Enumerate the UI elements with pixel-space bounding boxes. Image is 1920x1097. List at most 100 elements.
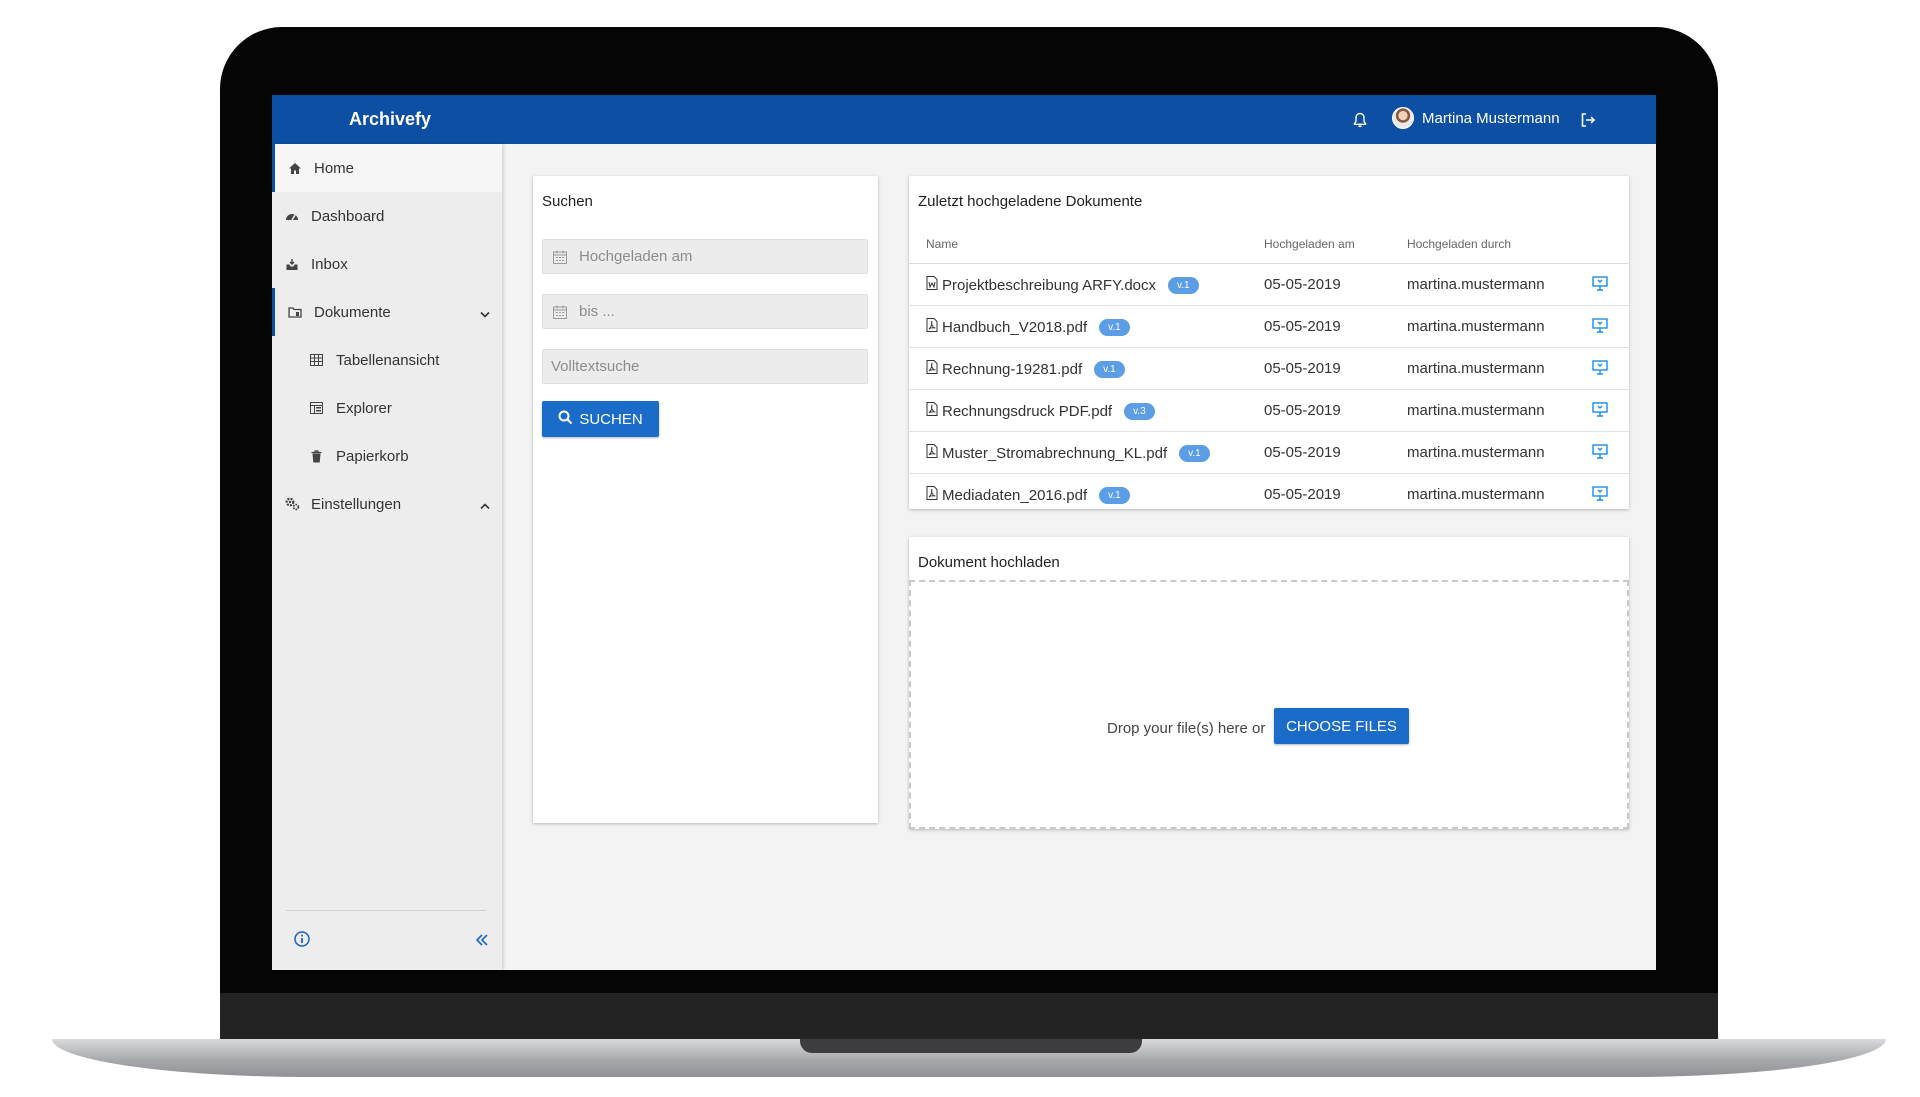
documents-icon	[287, 304, 303, 320]
sidebar-item-dokumente[interactable]: Dokumente	[272, 288, 502, 336]
version-badge: v.1	[1094, 360, 1125, 378]
logout-icon[interactable]	[1578, 110, 1598, 130]
file-name[interactable]: Rechnungsdruck PDF.pdf	[942, 403, 1112, 420]
pdf-file-icon	[926, 486, 938, 504]
sidebar-item-label: Explorer	[336, 399, 392, 417]
upload-date: 05-05-2019	[1264, 360, 1341, 377]
sidebar-item-home[interactable]: Home	[272, 144, 502, 192]
user-menu[interactable]: Martina Mustermann	[1392, 107, 1560, 129]
choose-files-button[interactable]: CHOOSE FILES	[1274, 708, 1409, 744]
upload-date: 05-05-2019	[1264, 444, 1341, 461]
file-name-cell: Handbuch_V2018.pdf v.1	[926, 318, 1130, 336]
trash-icon	[308, 448, 324, 464]
file-dropzone[interactable]: Drop your file(s) here or CHOOSE FILES	[909, 580, 1629, 829]
preview-icon[interactable]	[1592, 444, 1608, 463]
sidebar-item-label: Tabellenansicht	[336, 351, 440, 369]
sidebar-item-papierkorb[interactable]: Papierkorb	[272, 432, 502, 480]
sidebar-item-einstellungen[interactable]: Einstellungen	[272, 480, 502, 528]
uploaded-by: martina.mustermann	[1407, 444, 1545, 461]
upload-date: 05-05-2019	[1264, 486, 1341, 503]
file-name[interactable]: Muster_Stromabrechnung_KL.pdf	[942, 445, 1167, 462]
sidebar-item-label: Dokumente	[314, 303, 391, 321]
fulltext-search-input[interactable]: Volltextsuche	[542, 349, 868, 384]
uploaded-by: martina.mustermann	[1407, 318, 1545, 335]
column-header-name[interactable]: Name	[926, 237, 958, 251]
pdf-file-icon	[926, 360, 938, 378]
inbox-icon	[284, 256, 300, 272]
app-title: Archivefy	[349, 109, 432, 129]
table-row[interactable]: Handbuch_V2018.pdf v.1 05-05-2019 martin…	[909, 306, 1629, 348]
preview-icon[interactable]	[1592, 402, 1608, 421]
home-icon	[287, 160, 303, 176]
preview-icon[interactable]	[1592, 486, 1608, 505]
dashboard-icon	[284, 208, 300, 224]
explorer-icon	[308, 400, 324, 416]
uploaded-by: martina.mustermann	[1407, 360, 1545, 377]
sidebar-item-label: Home	[314, 159, 355, 177]
user-name: Martina Mustermann	[1422, 109, 1560, 127]
file-name[interactable]: Projektbeschreibung ARFY.docx	[942, 277, 1156, 294]
search-button-label: SUCHEN	[579, 410, 643, 428]
upload-date: 05-05-2019	[1264, 318, 1341, 335]
table-row[interactable]: Muster_Stromabrechnung_KL.pdf v.1 05-05-…	[909, 432, 1629, 474]
table-icon	[308, 352, 324, 368]
sidebar-divider	[286, 910, 486, 911]
sidebar-item-tabellenansicht[interactable]: Tabellenansicht	[272, 336, 502, 384]
settings-icon	[284, 496, 300, 512]
file-name-cell: Rechnungsdruck PDF.pdf v.3	[926, 402, 1155, 420]
file-name[interactable]: Handbuch_V2018.pdf	[942, 319, 1087, 336]
chevron-up-icon[interactable]	[480, 497, 490, 514]
date-to-field[interactable]: bis ...	[542, 294, 868, 329]
word-file-icon	[926, 276, 938, 294]
laptop-bezel	[220, 993, 1718, 1039]
bell-icon[interactable]	[1350, 110, 1370, 130]
column-header-user[interactable]: Hochgeladen durch	[1407, 237, 1511, 251]
search-button[interactable]: SUCHEN	[542, 401, 659, 437]
upload-date: 05-05-2019	[1264, 276, 1341, 293]
laptop-notch	[800, 1039, 1142, 1053]
calendar-icon	[553, 250, 567, 264]
recent-documents-panel: Zuletzt hochgeladene Dokumente Name Hoch…	[909, 176, 1629, 509]
drop-hint: Drop your file(s) here or	[1107, 720, 1266, 737]
pdf-file-icon	[926, 444, 938, 462]
column-header-date[interactable]: Hochgeladen am	[1264, 237, 1355, 251]
file-name[interactable]: Rechnung-19281.pdf	[942, 361, 1082, 378]
sidebar-item-label: Inbox	[311, 255, 348, 273]
table-row[interactable]: Rechnung-19281.pdf v.1 05-05-2019 martin…	[909, 348, 1629, 390]
file-name-cell: Muster_Stromabrechnung_KL.pdf v.1	[926, 444, 1210, 462]
date-to-placeholder: bis ...	[579, 303, 615, 320]
version-badge: v.1	[1099, 486, 1130, 504]
sidebar-item-explorer[interactable]: Explorer	[272, 384, 502, 432]
calendar-icon	[553, 305, 567, 319]
search-title: Suchen	[542, 193, 593, 210]
chevron-down-icon[interactable]	[480, 305, 490, 322]
version-badge: v.1	[1168, 276, 1199, 294]
collapse-sidebar-icon[interactable]	[475, 931, 489, 952]
search-icon	[558, 410, 573, 429]
table-row[interactable]: Rechnungsdruck PDF.pdf v.3 05-05-2019 ma…	[909, 390, 1629, 432]
sidebar-item-label: Einstellungen	[311, 495, 402, 513]
uploaded-by: martina.mustermann	[1407, 486, 1545, 503]
preview-icon[interactable]	[1592, 360, 1608, 379]
table-row[interactable]: Projektbeschreibung ARFY.docx v.1 05-05-…	[909, 264, 1629, 306]
app-screen: Archivefy Martina Mustermann Home Dashbo…	[272, 95, 1656, 970]
sidebar: Home Dashboard Inbox Dokumente Tabellena…	[272, 144, 502, 970]
upload-title: Dokument hochladen	[918, 554, 1060, 571]
info-icon[interactable]	[294, 931, 310, 952]
upload-panel: Dokument hochladen Drop your file(s) her…	[909, 537, 1629, 829]
sidebar-item-dashboard[interactable]: Dashboard	[272, 192, 502, 240]
table-row[interactable]: Mediadaten_2016.pdf v.1 05-05-2019 marti…	[909, 474, 1629, 509]
version-badge: v.1	[1099, 318, 1130, 336]
search-panel: Suchen Hochgeladen am bis ... Volltextsu…	[533, 176, 878, 823]
uploaded-by: martina.mustermann	[1407, 276, 1545, 293]
recent-title: Zuletzt hochgeladene Dokumente	[918, 193, 1143, 210]
pdf-file-icon	[926, 402, 938, 420]
file-name-cell: Mediadaten_2016.pdf v.1	[926, 486, 1130, 504]
preview-icon[interactable]	[1592, 276, 1608, 295]
sidebar-item-inbox[interactable]: Inbox	[272, 240, 502, 288]
sidebar-item-label: Dashboard	[311, 207, 385, 225]
file-name-cell: Rechnung-19281.pdf v.1	[926, 360, 1125, 378]
preview-icon[interactable]	[1592, 318, 1608, 337]
date-from-field[interactable]: Hochgeladen am	[542, 239, 868, 274]
file-name[interactable]: Mediadaten_2016.pdf	[942, 487, 1087, 504]
